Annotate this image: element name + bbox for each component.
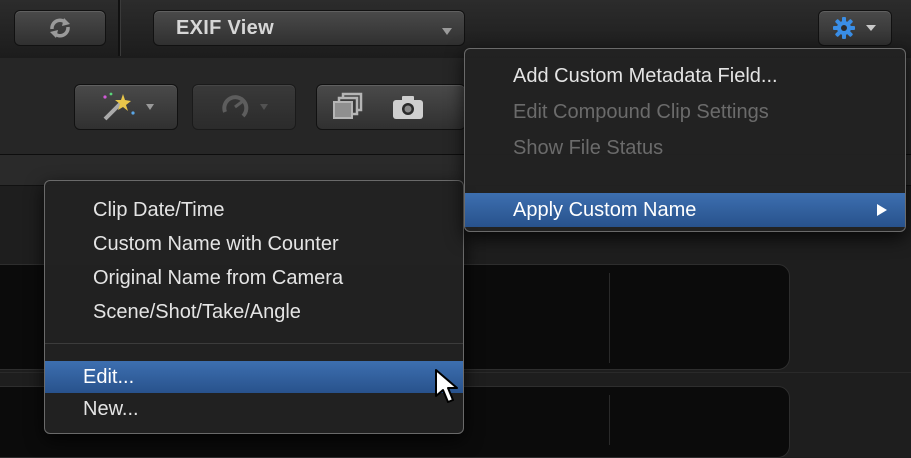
panel-divider	[609, 395, 610, 445]
menu-item-scene-shot-take[interactable]: Scene/Shot/Take/Angle	[45, 298, 463, 326]
menu-item-original-name[interactable]: Original Name from Camera	[45, 264, 463, 292]
menu-item-custom-name-counter[interactable]: Custom Name with Counter	[45, 230, 463, 258]
menu-item-show-file-status: Show File Status	[513, 137, 664, 159]
panel-divider	[609, 273, 610, 363]
menu-item-edit-compound-clip: Edit Compound Clip Settings	[513, 101, 769, 123]
apply-custom-name-submenu: Clip Date/Time Custom Name with Counter …	[44, 180, 464, 434]
menu-item-clip-date-time[interactable]: Clip Date/Time	[45, 196, 463, 224]
media-browser-buttons[interactable]	[316, 84, 466, 130]
menu-item-label: Apply Custom Name	[513, 199, 697, 221]
retime-button[interactable]	[192, 84, 296, 130]
mouse-cursor-icon	[435, 369, 458, 403]
menu-item-edit[interactable]: Edit...	[45, 361, 463, 393]
view-selector-label: EXIF View	[176, 16, 274, 39]
gear-menu-button[interactable]	[818, 10, 892, 46]
gear-icon	[833, 17, 855, 39]
chevron-down-icon	[146, 104, 154, 110]
menu-item-add-custom-metadata[interactable]: Add Custom Metadata Field...	[465, 62, 905, 90]
menu-item-apply-custom-name[interactable]: Apply Custom Name	[465, 193, 905, 227]
sync-button[interactable]	[14, 10, 106, 46]
enhancements-button[interactable]	[74, 84, 178, 130]
view-selector[interactable]: EXIF View	[153, 10, 465, 46]
chevron-down-icon	[260, 104, 268, 110]
toolbar-divider	[118, 0, 121, 56]
chevron-down-icon	[866, 25, 876, 31]
sync-icon	[50, 18, 70, 38]
gear-action-menu: Add Custom Metadata Field... Edit Compou…	[464, 48, 906, 232]
menu-separator	[45, 343, 463, 344]
camera-icon[interactable]	[391, 93, 425, 121]
retime-icon	[222, 95, 249, 118]
chevron-down-icon	[442, 28, 452, 35]
layers-icon[interactable]	[331, 92, 365, 122]
submenu-arrow-icon	[877, 204, 887, 216]
magic-wand-icon	[103, 92, 135, 121]
menu-item-new[interactable]: New...	[45, 395, 463, 423]
